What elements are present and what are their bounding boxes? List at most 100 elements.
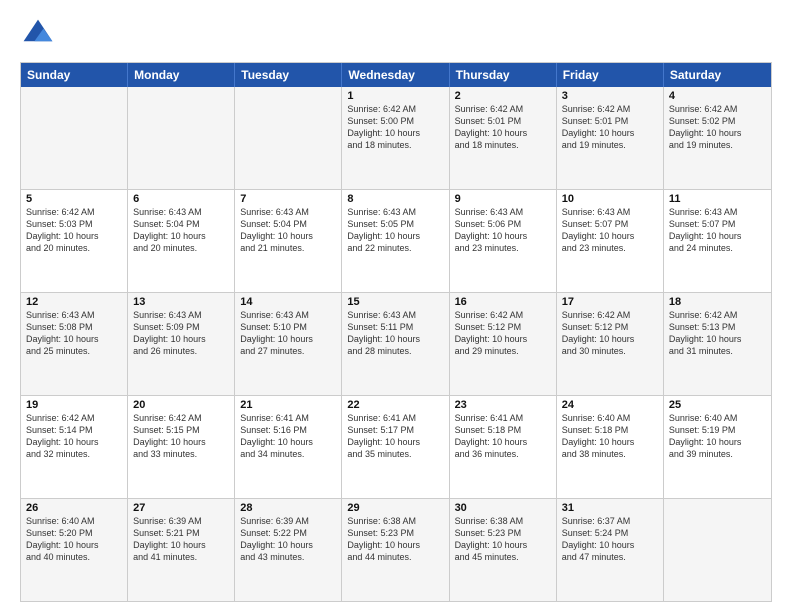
day-number: 9	[455, 193, 551, 205]
day-number: 21	[240, 399, 336, 411]
day-info: Sunrise: 6:39 AM Sunset: 5:22 PM Dayligh…	[240, 515, 336, 564]
day-number: 1	[347, 90, 443, 102]
day-number: 8	[347, 193, 443, 205]
day-number: 11	[669, 193, 766, 205]
day-info: Sunrise: 6:43 AM Sunset: 5:04 PM Dayligh…	[133, 206, 229, 255]
day-number: 27	[133, 502, 229, 514]
day-cell-17: 17Sunrise: 6:42 AM Sunset: 5:12 PM Dayli…	[557, 293, 664, 395]
day-info: Sunrise: 6:43 AM Sunset: 5:04 PM Dayligh…	[240, 206, 336, 255]
day-cell-8: 8Sunrise: 6:43 AM Sunset: 5:05 PM Daylig…	[342, 190, 449, 292]
day-number: 12	[26, 296, 122, 308]
header-day-saturday: Saturday	[664, 63, 771, 87]
day-info: Sunrise: 6:41 AM Sunset: 5:16 PM Dayligh…	[240, 412, 336, 461]
day-info: Sunrise: 6:40 AM Sunset: 5:19 PM Dayligh…	[669, 412, 766, 461]
day-number: 13	[133, 296, 229, 308]
day-cell-20: 20Sunrise: 6:42 AM Sunset: 5:15 PM Dayli…	[128, 396, 235, 498]
week-row-3: 12Sunrise: 6:43 AM Sunset: 5:08 PM Dayli…	[21, 293, 771, 396]
day-cell-1: 1Sunrise: 6:42 AM Sunset: 5:00 PM Daylig…	[342, 87, 449, 189]
day-cell-7: 7Sunrise: 6:43 AM Sunset: 5:04 PM Daylig…	[235, 190, 342, 292]
day-info: Sunrise: 6:43 AM Sunset: 5:07 PM Dayligh…	[669, 206, 766, 255]
day-number: 4	[669, 90, 766, 102]
day-cell-25: 25Sunrise: 6:40 AM Sunset: 5:19 PM Dayli…	[664, 396, 771, 498]
day-cell-30: 30Sunrise: 6:38 AM Sunset: 5:23 PM Dayli…	[450, 499, 557, 601]
day-number: 22	[347, 399, 443, 411]
day-info: Sunrise: 6:42 AM Sunset: 5:01 PM Dayligh…	[455, 103, 551, 152]
day-number: 31	[562, 502, 658, 514]
day-number: 25	[669, 399, 766, 411]
calendar-body: 1Sunrise: 6:42 AM Sunset: 5:00 PM Daylig…	[21, 87, 771, 601]
day-info: Sunrise: 6:42 AM Sunset: 5:12 PM Dayligh…	[455, 309, 551, 358]
day-number: 30	[455, 502, 551, 514]
day-info: Sunrise: 6:42 AM Sunset: 5:02 PM Dayligh…	[669, 103, 766, 152]
day-info: Sunrise: 6:42 AM Sunset: 5:00 PM Dayligh…	[347, 103, 443, 152]
day-cell-27: 27Sunrise: 6:39 AM Sunset: 5:21 PM Dayli…	[128, 499, 235, 601]
day-info: Sunrise: 6:40 AM Sunset: 5:20 PM Dayligh…	[26, 515, 122, 564]
day-cell-9: 9Sunrise: 6:43 AM Sunset: 5:06 PM Daylig…	[450, 190, 557, 292]
day-info: Sunrise: 6:42 AM Sunset: 5:01 PM Dayligh…	[562, 103, 658, 152]
day-number: 19	[26, 399, 122, 411]
week-row-5: 26Sunrise: 6:40 AM Sunset: 5:20 PM Dayli…	[21, 499, 771, 601]
empty-cell	[21, 87, 128, 189]
logo-icon	[20, 16, 56, 52]
day-cell-21: 21Sunrise: 6:41 AM Sunset: 5:16 PM Dayli…	[235, 396, 342, 498]
day-cell-5: 5Sunrise: 6:42 AM Sunset: 5:03 PM Daylig…	[21, 190, 128, 292]
day-number: 23	[455, 399, 551, 411]
page: SundayMondayTuesdayWednesdayThursdayFrid…	[0, 0, 792, 612]
empty-cell	[664, 499, 771, 601]
day-number: 28	[240, 502, 336, 514]
week-row-1: 1Sunrise: 6:42 AM Sunset: 5:00 PM Daylig…	[21, 87, 771, 190]
day-info: Sunrise: 6:42 AM Sunset: 5:03 PM Dayligh…	[26, 206, 122, 255]
day-cell-6: 6Sunrise: 6:43 AM Sunset: 5:04 PM Daylig…	[128, 190, 235, 292]
day-number: 15	[347, 296, 443, 308]
day-info: Sunrise: 6:38 AM Sunset: 5:23 PM Dayligh…	[347, 515, 443, 564]
day-info: Sunrise: 6:43 AM Sunset: 5:11 PM Dayligh…	[347, 309, 443, 358]
day-info: Sunrise: 6:38 AM Sunset: 5:23 PM Dayligh…	[455, 515, 551, 564]
day-cell-31: 31Sunrise: 6:37 AM Sunset: 5:24 PM Dayli…	[557, 499, 664, 601]
header-day-monday: Monday	[128, 63, 235, 87]
header-day-tuesday: Tuesday	[235, 63, 342, 87]
header-day-wednesday: Wednesday	[342, 63, 449, 87]
day-cell-13: 13Sunrise: 6:43 AM Sunset: 5:09 PM Dayli…	[128, 293, 235, 395]
day-number: 16	[455, 296, 551, 308]
day-number: 14	[240, 296, 336, 308]
week-row-2: 5Sunrise: 6:42 AM Sunset: 5:03 PM Daylig…	[21, 190, 771, 293]
day-info: Sunrise: 6:42 AM Sunset: 5:13 PM Dayligh…	[669, 309, 766, 358]
day-info: Sunrise: 6:43 AM Sunset: 5:09 PM Dayligh…	[133, 309, 229, 358]
day-cell-24: 24Sunrise: 6:40 AM Sunset: 5:18 PM Dayli…	[557, 396, 664, 498]
day-number: 26	[26, 502, 122, 514]
day-cell-19: 19Sunrise: 6:42 AM Sunset: 5:14 PM Dayli…	[21, 396, 128, 498]
day-cell-18: 18Sunrise: 6:42 AM Sunset: 5:13 PM Dayli…	[664, 293, 771, 395]
empty-cell	[235, 87, 342, 189]
day-cell-22: 22Sunrise: 6:41 AM Sunset: 5:17 PM Dayli…	[342, 396, 449, 498]
day-number: 20	[133, 399, 229, 411]
day-info: Sunrise: 6:43 AM Sunset: 5:06 PM Dayligh…	[455, 206, 551, 255]
header	[20, 16, 772, 52]
day-info: Sunrise: 6:43 AM Sunset: 5:10 PM Dayligh…	[240, 309, 336, 358]
day-info: Sunrise: 6:43 AM Sunset: 5:07 PM Dayligh…	[562, 206, 658, 255]
day-cell-14: 14Sunrise: 6:43 AM Sunset: 5:10 PM Dayli…	[235, 293, 342, 395]
day-number: 6	[133, 193, 229, 205]
day-cell-23: 23Sunrise: 6:41 AM Sunset: 5:18 PM Dayli…	[450, 396, 557, 498]
day-info: Sunrise: 6:42 AM Sunset: 5:15 PM Dayligh…	[133, 412, 229, 461]
day-info: Sunrise: 6:43 AM Sunset: 5:08 PM Dayligh…	[26, 309, 122, 358]
day-cell-10: 10Sunrise: 6:43 AM Sunset: 5:07 PM Dayli…	[557, 190, 664, 292]
day-info: Sunrise: 6:42 AM Sunset: 5:14 PM Dayligh…	[26, 412, 122, 461]
day-cell-11: 11Sunrise: 6:43 AM Sunset: 5:07 PM Dayli…	[664, 190, 771, 292]
header-day-sunday: Sunday	[21, 63, 128, 87]
header-day-friday: Friday	[557, 63, 664, 87]
day-number: 10	[562, 193, 658, 205]
day-cell-15: 15Sunrise: 6:43 AM Sunset: 5:11 PM Dayli…	[342, 293, 449, 395]
day-cell-4: 4Sunrise: 6:42 AM Sunset: 5:02 PM Daylig…	[664, 87, 771, 189]
empty-cell	[128, 87, 235, 189]
day-cell-2: 2Sunrise: 6:42 AM Sunset: 5:01 PM Daylig…	[450, 87, 557, 189]
header-day-thursday: Thursday	[450, 63, 557, 87]
day-cell-3: 3Sunrise: 6:42 AM Sunset: 5:01 PM Daylig…	[557, 87, 664, 189]
day-cell-16: 16Sunrise: 6:42 AM Sunset: 5:12 PM Dayli…	[450, 293, 557, 395]
day-number: 17	[562, 296, 658, 308]
day-info: Sunrise: 6:37 AM Sunset: 5:24 PM Dayligh…	[562, 515, 658, 564]
day-number: 29	[347, 502, 443, 514]
day-cell-29: 29Sunrise: 6:38 AM Sunset: 5:23 PM Dayli…	[342, 499, 449, 601]
day-info: Sunrise: 6:42 AM Sunset: 5:12 PM Dayligh…	[562, 309, 658, 358]
week-row-4: 19Sunrise: 6:42 AM Sunset: 5:14 PM Dayli…	[21, 396, 771, 499]
day-info: Sunrise: 6:39 AM Sunset: 5:21 PM Dayligh…	[133, 515, 229, 564]
